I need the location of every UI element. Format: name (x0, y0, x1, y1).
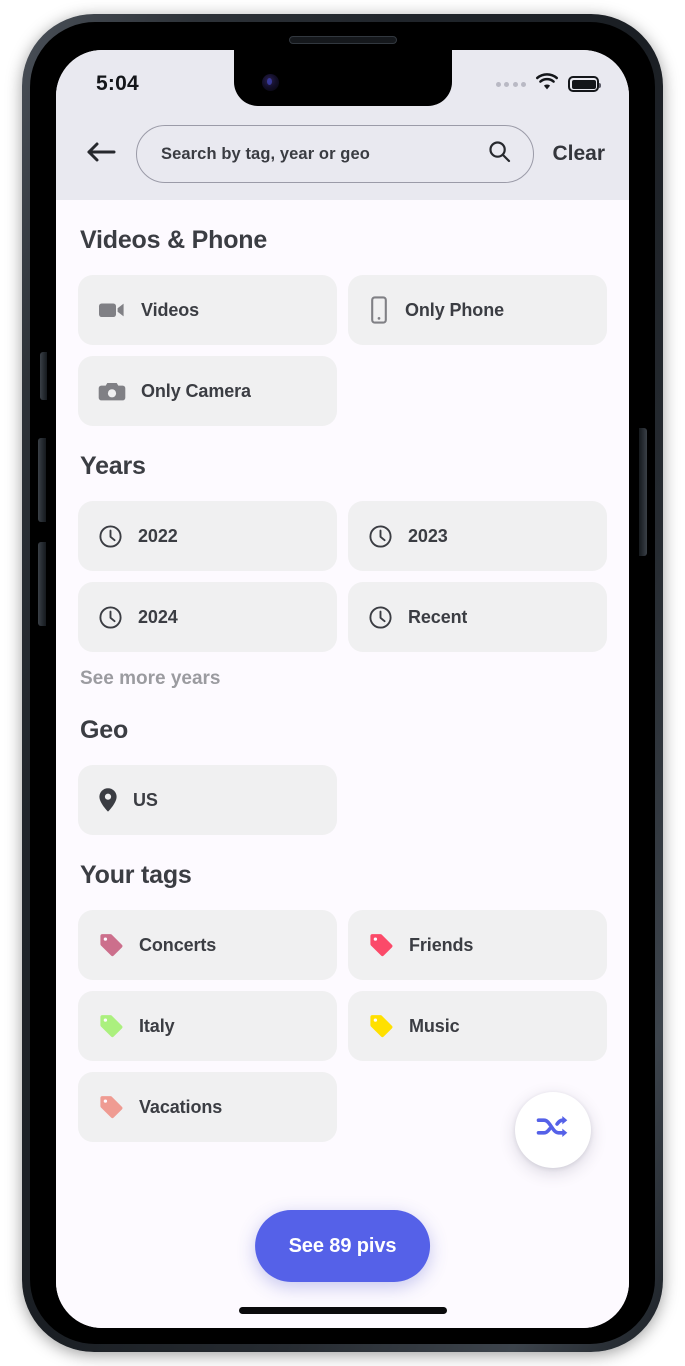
chip-tag-vacations[interactable]: Vacations (78, 1072, 337, 1142)
section-years: Years 2022 2023 2024 Recent See more yea… (78, 452, 607, 690)
search-input-placeholder: Search by tag, year or geo (161, 144, 370, 163)
front-camera-icon (261, 74, 279, 91)
mute-switch-button[interactable] (40, 352, 47, 400)
tag-icon (368, 932, 394, 958)
signal-dots-icon (495, 81, 526, 87)
home-indicator[interactable] (238, 1307, 447, 1314)
chip-tag-friends[interactable]: Friends (348, 910, 607, 980)
chip-label: 2024 (138, 606, 178, 627)
volume-up-button[interactable] (38, 438, 46, 522)
clock-icon (98, 524, 123, 549)
chip-label: Italy (139, 1015, 175, 1036)
battery-full-icon (568, 76, 601, 92)
search-input[interactable]: Search by tag, year or geo (136, 125, 535, 183)
section-title-your-tags: Your tags (80, 861, 192, 889)
section-title-videos-phone: Videos & Phone (80, 226, 268, 254)
shuffle-icon (536, 1113, 570, 1148)
tag-icon (368, 1013, 394, 1039)
display-notch (233, 50, 452, 106)
chip-geo-us[interactable]: US (78, 765, 337, 835)
see-pivs-button[interactable]: See 89 pivs (254, 1210, 431, 1282)
chip-tag-italy[interactable]: Italy (78, 991, 337, 1061)
chip-only-camera[interactable]: Only Camera (78, 356, 337, 426)
section-geo: Geo US (78, 716, 607, 835)
chip-label: 2023 (408, 525, 448, 546)
tag-icon (98, 1094, 124, 1120)
chip-label: 2022 (138, 525, 178, 546)
see-more-years-link[interactable]: See more years (80, 668, 221, 690)
smartphone-icon (368, 296, 390, 324)
clock-icon (98, 605, 123, 630)
chip-label: Music (409, 1015, 460, 1036)
volume-down-button[interactable] (38, 542, 46, 626)
clear-button[interactable]: Clear (546, 136, 607, 172)
chip-year-2023[interactable]: 2023 (348, 501, 607, 571)
chip-year-2024[interactable]: 2024 (78, 582, 337, 652)
search-icon[interactable] (488, 140, 511, 168)
chip-label: Vacations (139, 1096, 223, 1117)
chip-year-recent[interactable]: Recent (348, 582, 607, 652)
phone-screen: 5:04 Search by tag, year or geo Clear Vi… (56, 50, 629, 1328)
clock-icon (368, 605, 393, 630)
section-title-geo: Geo (80, 716, 129, 744)
camera-icon (98, 380, 126, 403)
power-button[interactable] (639, 428, 647, 556)
shuffle-button[interactable] (515, 1092, 591, 1168)
chip-year-2022[interactable]: 2022 (78, 501, 337, 571)
section-videos-phone: Videos & Phone Videos Only Phone Only Ca… (78, 226, 607, 426)
chip-label: Concerts (139, 934, 217, 955)
chip-label: Only Camera (141, 380, 251, 401)
status-bar-time: 5:04 (96, 72, 139, 95)
chip-label: Recent (408, 606, 468, 627)
phone-device-frame: 5:04 Search by tag, year or geo Clear Vi… (22, 14, 663, 1352)
chip-label: Friends (409, 934, 474, 955)
chip-grid-videos-phone: Videos Only Phone Only Camera (78, 275, 607, 426)
chip-grid-geo: US (78, 765, 607, 835)
earpiece-speaker-grille (288, 36, 397, 44)
tag-icon (98, 932, 124, 958)
chip-label: US (133, 789, 158, 810)
chip-videos[interactable]: Videos (78, 275, 337, 345)
search-header-bar: Search by tag, year or geo Clear (56, 108, 629, 200)
chip-label: Videos (141, 299, 200, 320)
wifi-icon (535, 72, 559, 96)
chip-tag-music[interactable]: Music (348, 991, 607, 1061)
section-title-years: Years (80, 452, 146, 480)
chip-tag-concerts[interactable]: Concerts (78, 910, 337, 980)
clock-icon (368, 524, 393, 549)
video-camera-icon (98, 299, 126, 321)
arrow-left-icon (86, 140, 118, 169)
chip-grid-years: 2022 2023 2024 Recent (78, 501, 607, 652)
status-bar-indicators (495, 72, 601, 96)
back-button[interactable] (80, 132, 124, 176)
location-pin-icon (98, 787, 118, 813)
tag-icon (98, 1013, 124, 1039)
chip-label: Only Phone (405, 299, 505, 320)
chip-only-phone[interactable]: Only Phone (348, 275, 607, 345)
